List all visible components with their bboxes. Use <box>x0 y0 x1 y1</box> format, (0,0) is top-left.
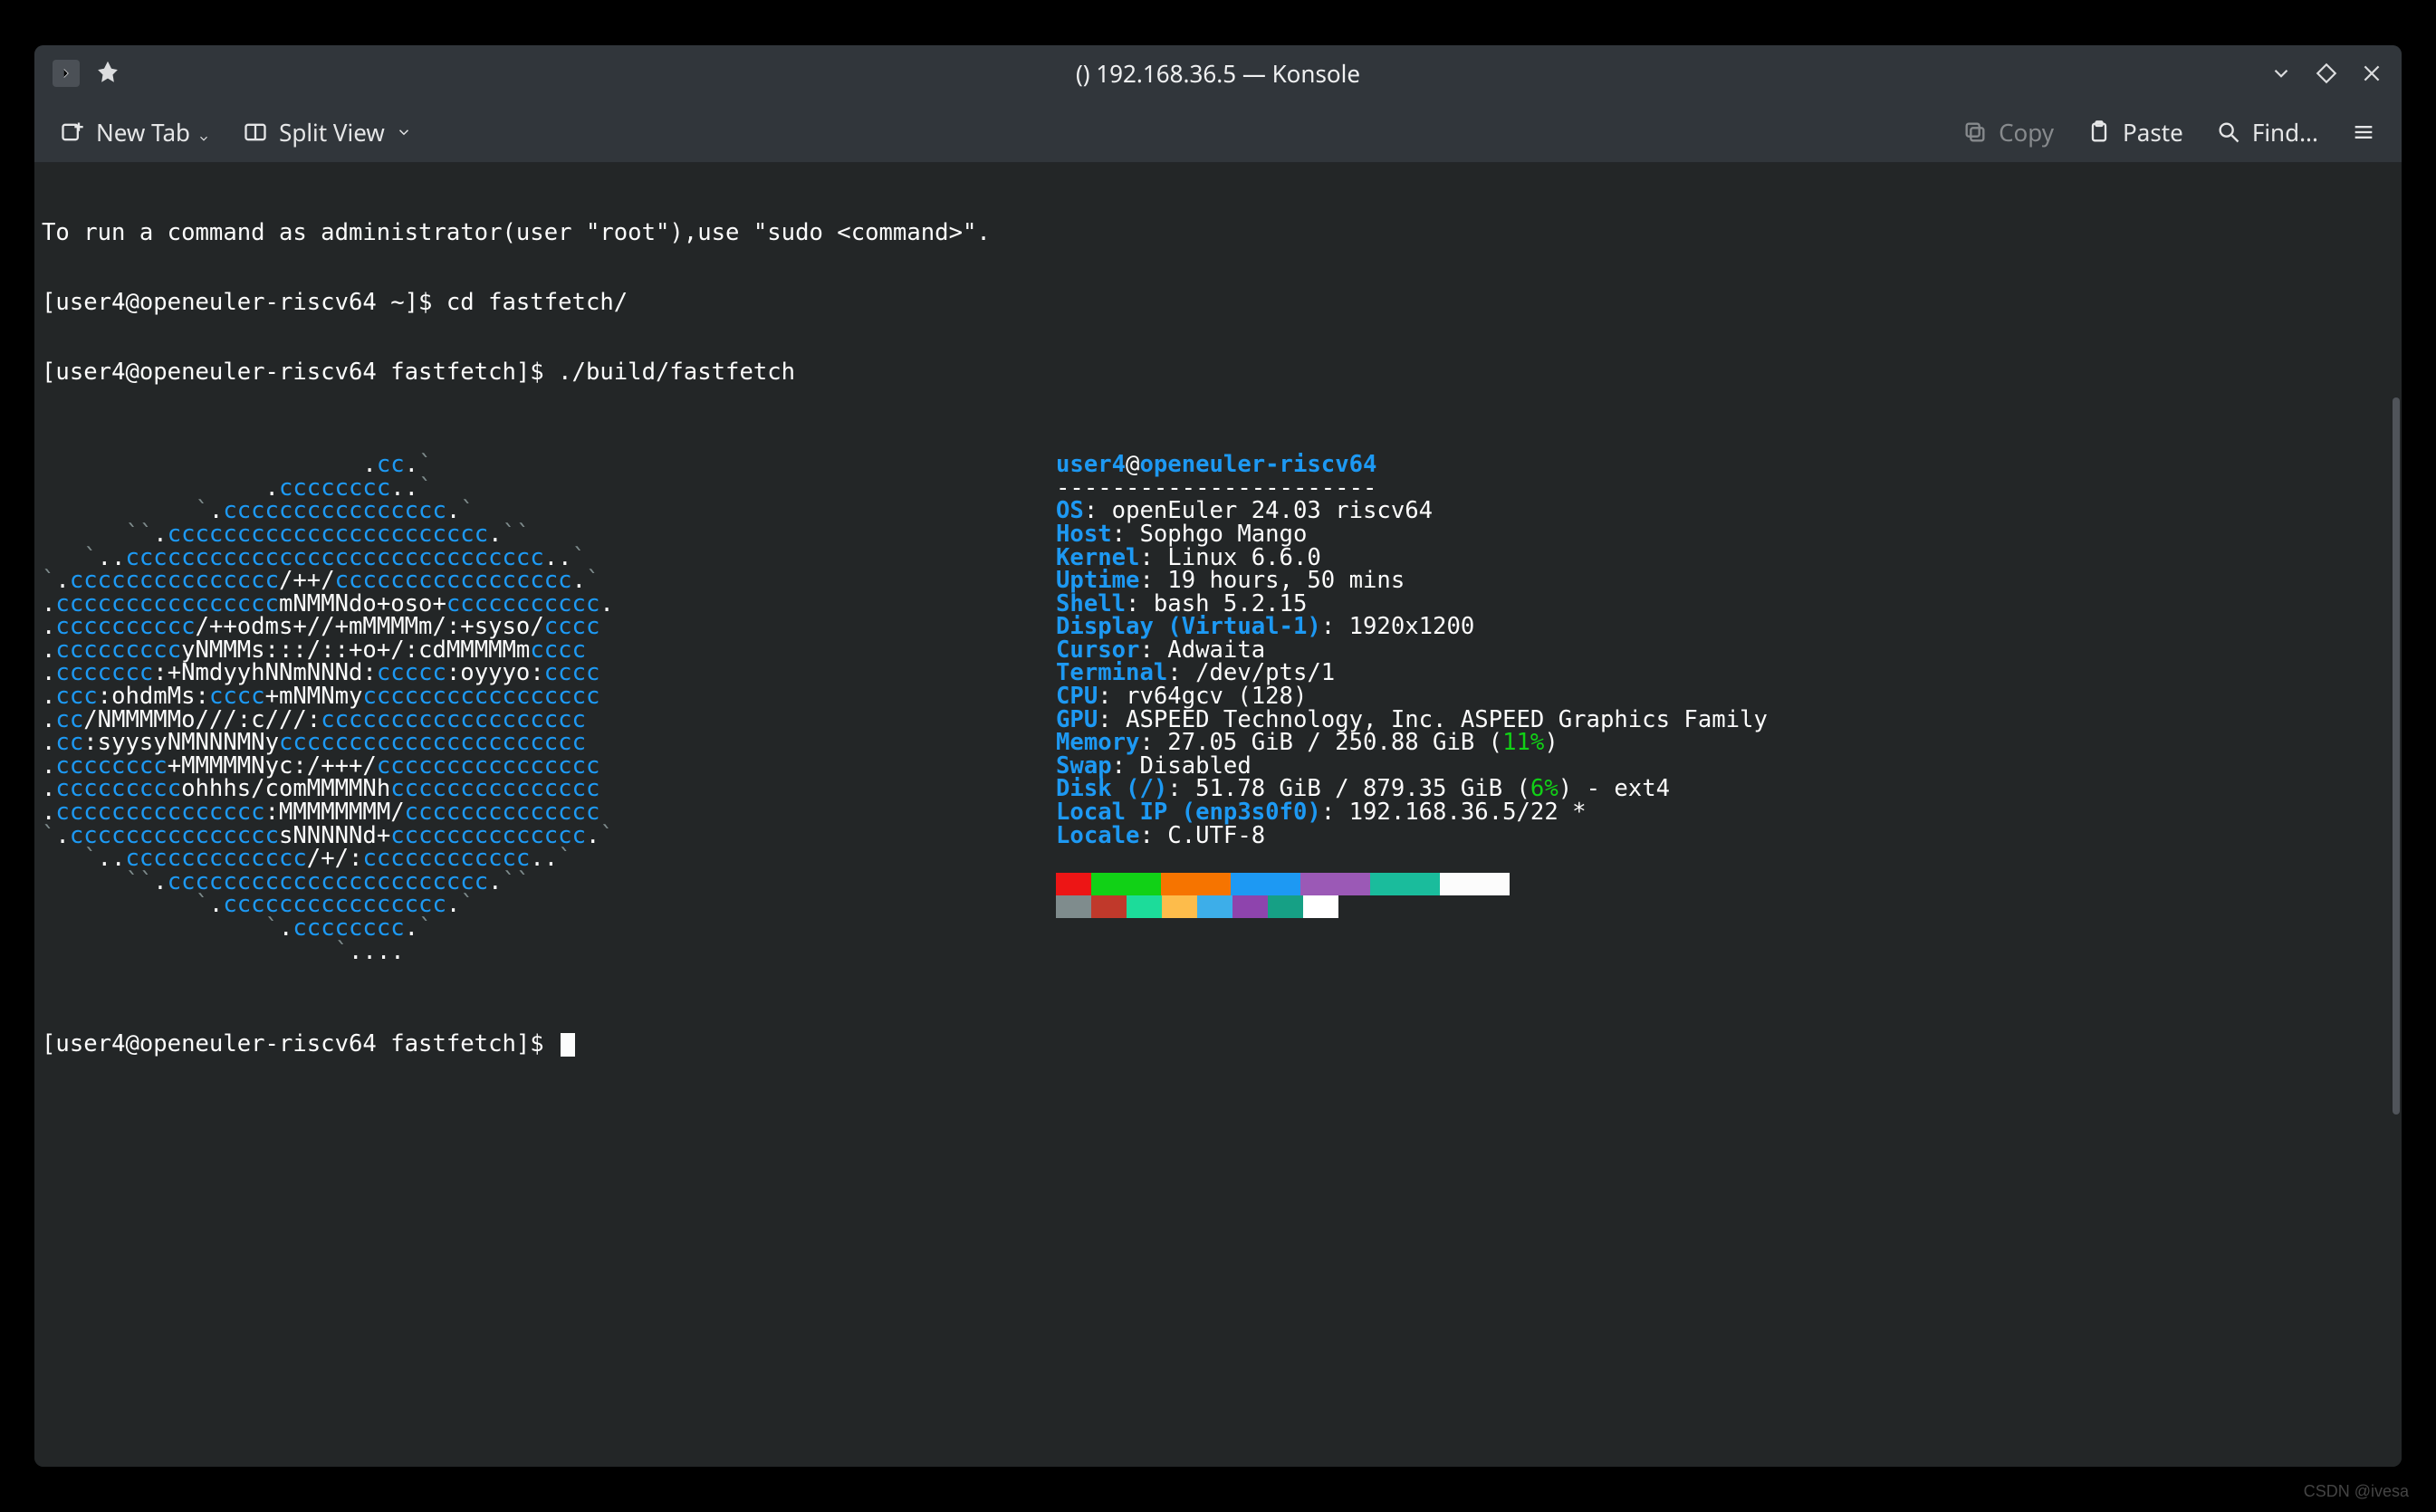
split-view-label: Split View <box>279 116 385 148</box>
split-view-button[interactable]: Split View <box>243 116 412 148</box>
window-title: () 192.168.36.5 — Konsole <box>1076 57 1360 90</box>
minimize-icon[interactable] <box>2269 62 2293 85</box>
new-tab-label: New Tab <box>96 116 190 148</box>
new-tab-button[interactable]: New Tab <box>60 116 210 148</box>
pin-icon[interactable] <box>96 62 120 85</box>
color-swatch-row-2 <box>1056 895 1338 918</box>
cursor-block <box>561 1033 574 1057</box>
find-button[interactable]: Find... <box>2216 116 2318 148</box>
terminal-output[interactable]: To run a command as administrator(user "… <box>34 163 2402 1467</box>
color-swatch-row-1 <box>1056 873 1510 895</box>
paste-button[interactable]: Paste <box>2086 116 2183 148</box>
close-icon[interactable] <box>2360 62 2383 85</box>
prompt-line-1: [user4@openeuler-riscv64 ~]$ cd fastfetc… <box>42 292 2402 315</box>
scrollbar[interactable] <box>2391 163 2402 1467</box>
copy-label: Copy <box>1999 116 2054 148</box>
watermark: CSDN @ivesa <box>2304 1482 2409 1501</box>
copy-button: Copy <box>1962 116 2054 148</box>
find-label: Find... <box>2252 116 2318 148</box>
fastfetch-output: .cc.`user4@openeuler-riscv64 .cccccccc..… <box>42 454 2402 963</box>
sudo-hint-line: To run a command as administrator(user "… <box>42 222 2402 245</box>
prompt-line-3: [user4@openeuler-riscv64 fastfetch]$ <box>42 1033 2402 1057</box>
titlebar: () 192.168.36.5 — Konsole <box>34 45 2402 101</box>
prompt-line-2: [user4@openeuler-riscv64 fastfetch]$ ./b… <box>42 361 2402 385</box>
toolbar: New Tab Split View Copy Paste Find... <box>34 101 2402 163</box>
prompt-indicator-icon[interactable] <box>53 60 80 87</box>
konsole-window: () 192.168.36.5 — Konsole New Tab Split … <box>34 45 2402 1467</box>
scrollbar-thumb[interactable] <box>2393 397 2400 1115</box>
hamburger-menu-icon[interactable] <box>2351 120 2376 145</box>
paste-label: Paste <box>2123 116 2183 148</box>
maximize-icon[interactable] <box>2315 62 2338 85</box>
